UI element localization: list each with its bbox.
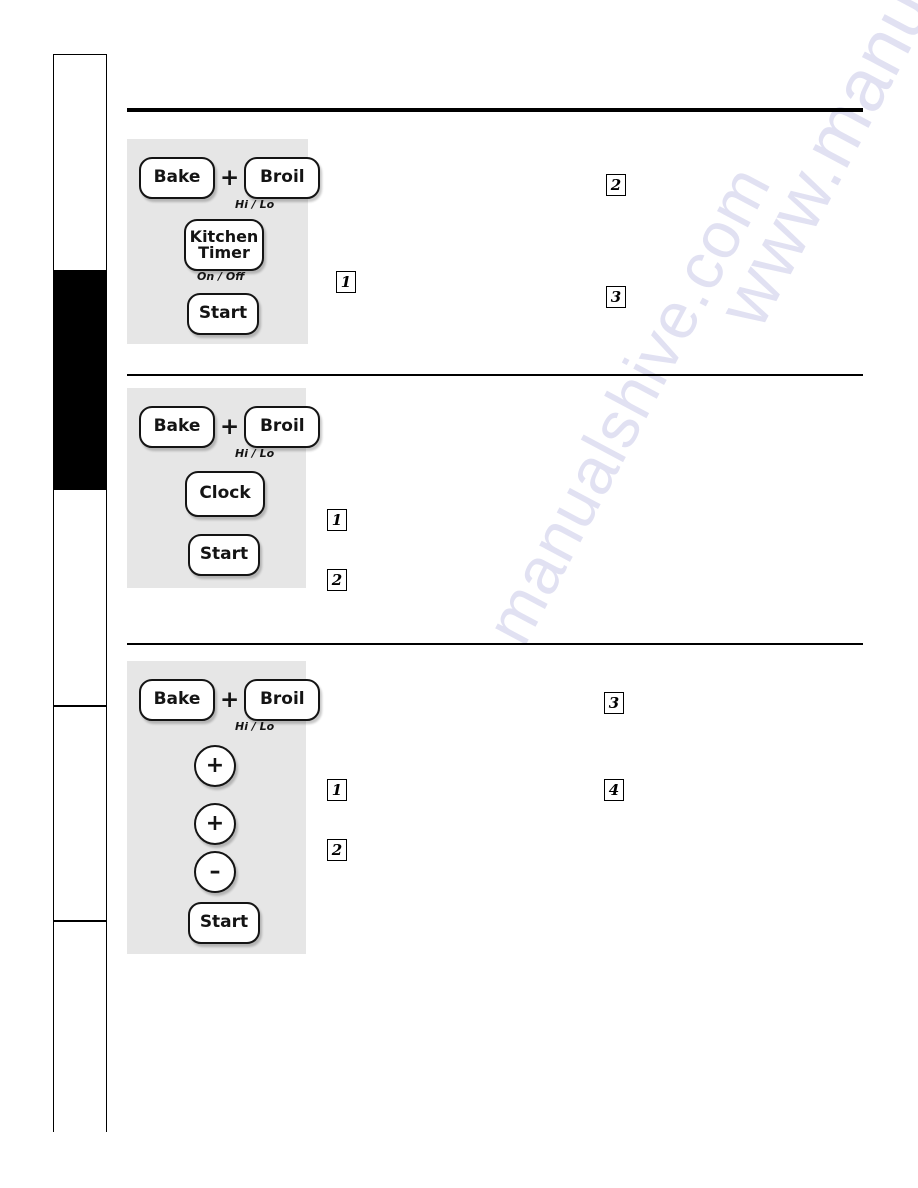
plus-separator-icon: +	[220, 414, 240, 440]
bake-button[interactable]: Bake	[139, 679, 215, 721]
control-panel-diagram-kitchen-timer: Bake + Broil Hi / Lo Kitchen Timer On / Off Sta…	[127, 139, 321, 344]
control-panel-diagram-clock: Bake + Broil Hi / Lo Clock Start	[127, 388, 321, 588]
broil-hi-lo-sublabel: Hi / Lo	[235, 447, 275, 460]
start-button[interactable]: Start	[188, 902, 260, 944]
broil-hi-lo-sublabel: Hi / Lo	[235, 720, 275, 733]
control-panel-diagram-tones-adjust: Bake + Broil Hi / Lo + + – Start	[127, 661, 321, 954]
sidebar-tab-5[interactable]	[54, 921, 106, 1133]
broil-hi-lo-button[interactable]: Broil	[244, 679, 321, 721]
step-marker-2-tones-adjust: 2	[327, 839, 347, 861]
rule-section-3	[127, 643, 863, 646]
clock-button[interactable]: Clock	[185, 471, 265, 517]
step-marker-3-tones-adjust: 3	[604, 692, 624, 714]
step-marker-2-clock: 2	[327, 569, 347, 591]
plus-separator-icon: +	[220, 165, 240, 191]
step-marker-1-clock: 1	[327, 509, 347, 531]
plus-button-1[interactable]: +	[194, 745, 236, 787]
step-marker-2-kitchen-timer: 2	[606, 174, 626, 196]
kitchen-timer-button[interactable]: Kitchen Timer	[184, 219, 264, 271]
step-marker-3-kitchen-timer: 3	[606, 286, 626, 308]
main-content: Bake + Broil Hi / Lo Kitchen Timer On / Off Sta…	[127, 0, 863, 1188]
step-marker-1-tones-adjust: 1	[327, 779, 347, 801]
sidebar-tab-3[interactable]	[54, 489, 106, 706]
sidebar-divider-4	[54, 920, 106, 922]
broil-hi-lo-button[interactable]: Broil	[244, 157, 321, 199]
rule-section-2	[127, 374, 863, 377]
key-label-line-2: Timer	[198, 243, 250, 262]
start-button[interactable]: Start	[187, 293, 259, 335]
sidebar-tab-1[interactable]	[54, 55, 106, 271]
bake-plus-broil-row: Bake + Broil	[139, 406, 321, 448]
broil-hi-lo-sublabel: Hi / Lo	[235, 198, 275, 211]
rule-top	[127, 108, 863, 112]
kitchen-timer-on-off-sublabel: On / Off	[197, 270, 245, 283]
chapter-tab-index	[53, 54, 107, 1133]
sidebar-divider-3	[54, 705, 106, 707]
step-marker-4-tones-adjust: 4	[604, 779, 624, 801]
minus-button[interactable]: –	[194, 851, 236, 893]
bake-button[interactable]: Bake	[139, 406, 215, 448]
plus-button-2[interactable]: +	[194, 803, 236, 845]
bake-button[interactable]: Bake	[139, 157, 215, 199]
broil-hi-lo-button[interactable]: Broil	[244, 406, 321, 448]
plus-separator-icon: +	[220, 687, 240, 713]
sidebar-tab-2[interactable]	[54, 271, 106, 489]
sidebar-divider-1	[54, 270, 106, 272]
bake-plus-broil-row: Bake + Broil	[139, 679, 321, 721]
manual-page: www.manualshive.com manualshive.com Bake…	[0, 0, 918, 1188]
sidebar-tab-4[interactable]	[54, 706, 106, 921]
step-marker-1-kitchen-timer: 1	[336, 271, 356, 293]
sidebar-divider-2	[54, 488, 106, 490]
start-button[interactable]: Start	[188, 534, 260, 576]
bake-plus-broil-row: Bake + Broil	[139, 157, 321, 199]
